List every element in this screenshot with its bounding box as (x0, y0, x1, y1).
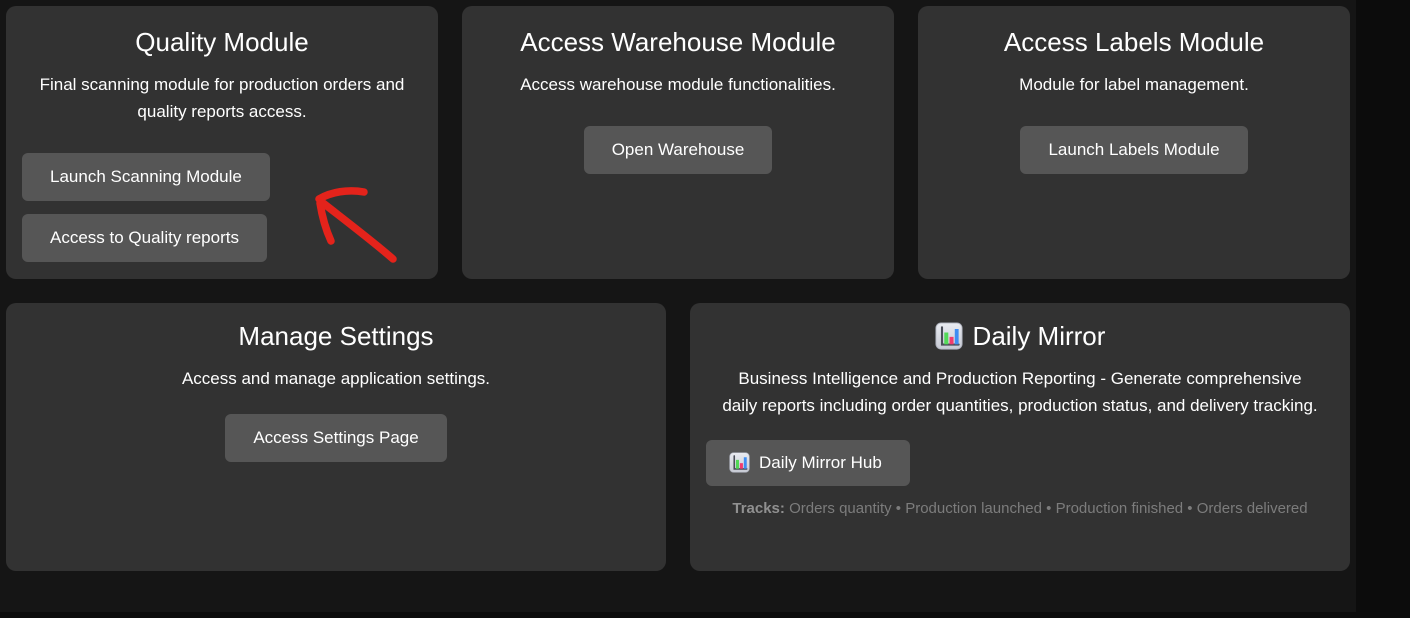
access-quality-reports-button[interactable]: Access to Quality reports (22, 214, 267, 262)
quality-module-buttons: Launch Scanning Module Access to Quality… (22, 153, 422, 262)
bar-chart-icon (935, 322, 963, 350)
launch-labels-module-button[interactable]: Launch Labels Module (1020, 126, 1247, 174)
open-warehouse-button[interactable]: Open Warehouse (584, 126, 773, 174)
daily-mirror-hub-button[interactable]: Daily Mirror Hub (706, 440, 910, 486)
daily-mirror-tracks: Tracks: Orders quantity • Production lau… (706, 500, 1334, 517)
bar-chart-icon (729, 452, 750, 473)
warehouse-module-title: Access Warehouse Module (478, 6, 878, 59)
warehouse-module-description: Access warehouse module functionalities. (478, 71, 878, 98)
top-row: Quality Module Final scanning module for… (6, 6, 1350, 279)
warehouse-button-wrap: Open Warehouse (478, 126, 878, 174)
launch-scanning-module-button[interactable]: Launch Scanning Module (22, 153, 270, 201)
manage-settings-title: Manage Settings (22, 303, 650, 353)
card-labels-module: Access Labels Module Module for label ma… (918, 6, 1350, 279)
access-settings-page-button[interactable]: Access Settings Page (225, 414, 446, 462)
tracks-items: Orders quantity • Production launched • … (789, 500, 1308, 517)
quality-module-description: Final scanning module for production ord… (22, 71, 422, 125)
daily-mirror-title: Daily Mirror (973, 320, 1106, 353)
modules-dashboard: Quality Module Final scanning module for… (0, 0, 1356, 612)
tracks-label: Tracks: (732, 500, 785, 517)
bottom-row: Manage Settings Access and manage applic… (6, 303, 1350, 571)
settings-button-wrap: Access Settings Page (22, 414, 650, 462)
card-daily-mirror: Daily Mirror Business Intelligence and P… (690, 303, 1350, 571)
labels-module-title: Access Labels Module (934, 6, 1334, 59)
card-manage-settings: Manage Settings Access and manage applic… (6, 303, 666, 571)
daily-mirror-description: Business Intelligence and Production Rep… (720, 365, 1320, 419)
labels-module-description: Module for label management. (934, 71, 1334, 98)
daily-mirror-hub-label: Daily Mirror Hub (759, 452, 882, 474)
card-warehouse-module: Access Warehouse Module Access warehouse… (462, 6, 894, 279)
manage-settings-description: Access and manage application settings. (22, 365, 650, 392)
card-quality-module: Quality Module Final scanning module for… (6, 6, 438, 279)
daily-mirror-button-wrap: Daily Mirror Hub (706, 440, 1334, 486)
labels-button-wrap: Launch Labels Module (934, 126, 1334, 174)
quality-module-title: Quality Module (22, 6, 422, 59)
daily-mirror-title-row: Daily Mirror (706, 303, 1334, 353)
